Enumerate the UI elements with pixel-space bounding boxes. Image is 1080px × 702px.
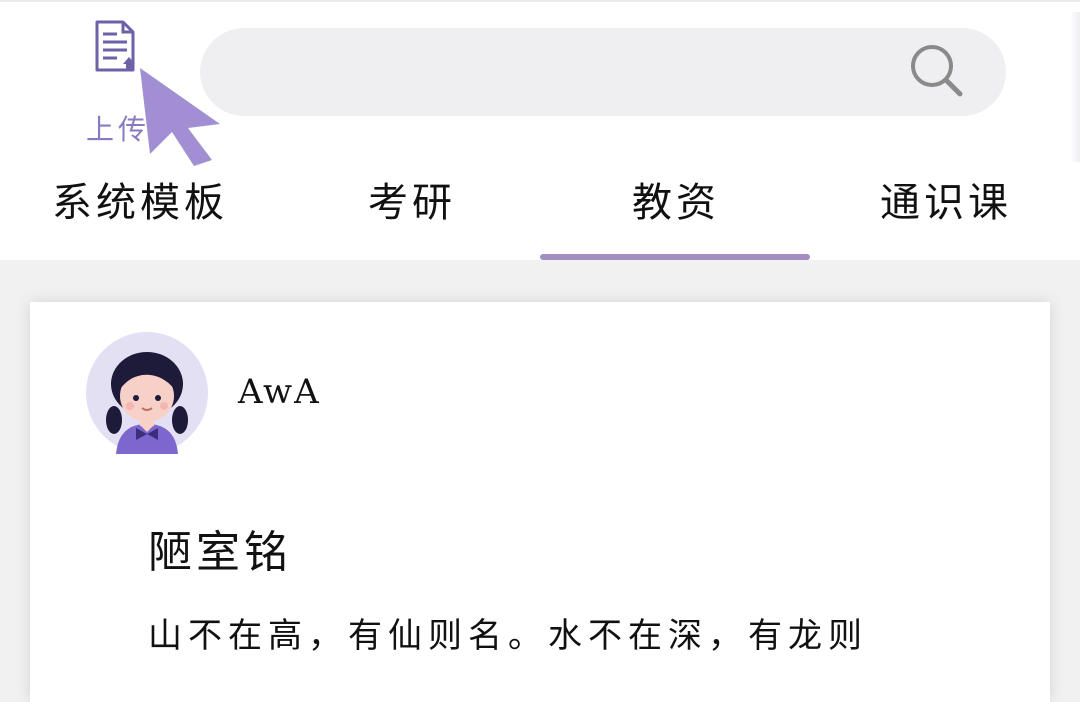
category-tabs: 系统模板 考研 教资 通识课 xyxy=(0,170,1080,262)
tab-postgraduate-exam[interactable]: 考研 xyxy=(368,170,456,234)
post-card[interactable]: AwA 陋室铭 山不在高，有仙则名。水不在深，有龙则 xyxy=(30,302,1050,702)
author-name[interactable]: AwA xyxy=(238,372,321,412)
tab-general-courses[interactable]: 通识课 xyxy=(880,170,1012,234)
search-bar[interactable] xyxy=(200,28,1006,116)
edge-shadow xyxy=(1070,12,1080,162)
post-body: 山不在高，有仙则名。水不在深，有龙则 xyxy=(148,616,868,656)
avatar[interactable] xyxy=(86,332,208,454)
app-header: 上传 系统模板 考研 教资 通识课 xyxy=(0,0,1080,260)
tab-teacher-qualification[interactable]: 教资 xyxy=(632,170,720,234)
tab-system-templates[interactable]: 系统模板 xyxy=(52,170,228,234)
post-title: 陋室铭 xyxy=(148,527,292,578)
active-tab-indicator xyxy=(540,254,810,260)
search-icon[interactable] xyxy=(908,42,966,100)
